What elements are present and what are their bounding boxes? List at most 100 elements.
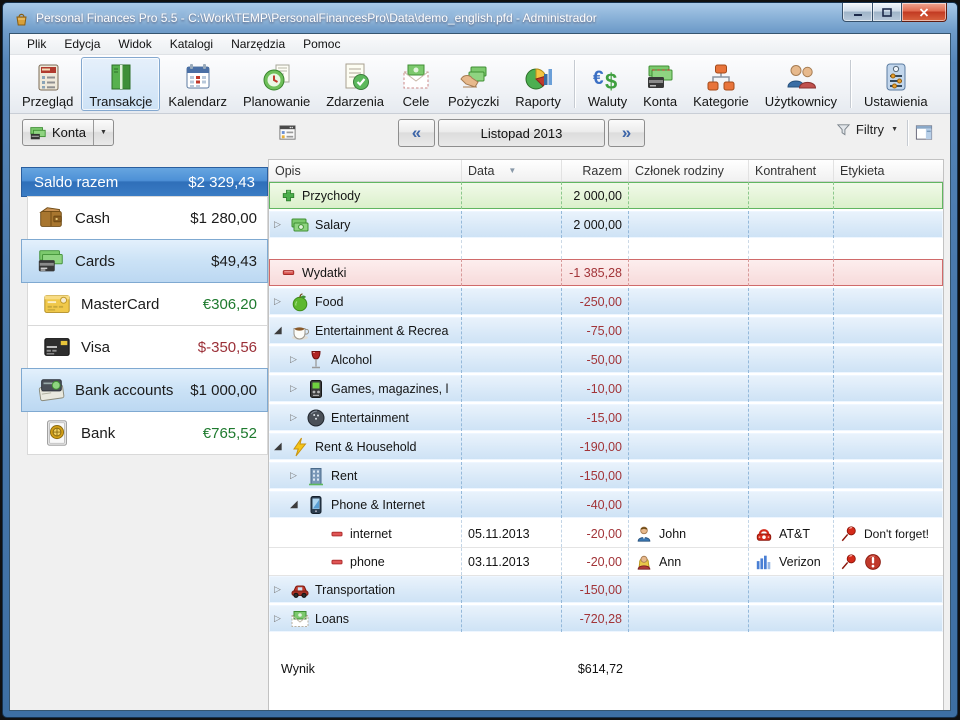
minus-small xyxy=(331,528,343,540)
total-balance-header[interactable]: Saldo razem $2 329,43 xyxy=(21,167,268,197)
expand-expander-icon[interactable]: ▷ xyxy=(274,584,290,595)
next-period-button[interactable]: » xyxy=(608,119,645,147)
period-button[interactable]: Listopad 2013 xyxy=(438,119,605,147)
toolbar-button-przegląd[interactable]: Przegląd xyxy=(14,57,81,111)
menu-item-katalogi[interactable]: Katalogi xyxy=(161,35,222,53)
table-row-wydatki[interactable]: Wydatki -1 385,28 xyxy=(269,259,943,288)
menu-item-edycja[interactable]: Edycja xyxy=(55,35,109,53)
table-row-entertainment-recrea[interactable]: ◢Entertainment & Recrea-75,00 xyxy=(269,317,943,346)
column-header-opis[interactable]: Opis xyxy=(269,160,462,181)
view-mode-button[interactable] xyxy=(278,123,300,143)
expand-expander-icon[interactable]: ▷ xyxy=(274,219,290,230)
row-label: Wydatki xyxy=(302,266,346,280)
menu-item-plik[interactable]: Plik xyxy=(18,35,55,53)
sidebar-account-mastercard[interactable]: MasterCard€306,20 xyxy=(27,282,268,326)
expand-expander-icon[interactable]: ▷ xyxy=(274,613,290,624)
currencies-icon: €$ xyxy=(591,61,623,93)
row-label: Przychody xyxy=(302,189,360,203)
menu-item-narzędzia[interactable]: Narzędzia xyxy=(222,35,294,53)
column-header-data[interactable]: Data▼ xyxy=(462,160,562,181)
toolbar-button-ustawienia[interactable]: Ustawienia xyxy=(856,57,936,111)
collapse-expander-icon[interactable]: ◢ xyxy=(290,499,306,510)
label-cell xyxy=(834,576,943,603)
column-header-etykieta[interactable]: Etykieta xyxy=(834,160,943,181)
table-row-games-magazines-l[interactable]: ▷Games, magazines, l-10,00 xyxy=(269,375,943,404)
amount-value: -40,00 xyxy=(587,498,622,512)
account-label: MasterCard xyxy=(81,296,159,313)
minimize-button[interactable] xyxy=(842,3,873,22)
toolbar-button-zdarzenia[interactable]: Zdarzenia xyxy=(318,57,392,111)
expand-expander-icon[interactable]: ▷ xyxy=(290,412,306,423)
expand-expander-icon[interactable]: ▷ xyxy=(290,470,306,481)
table-row-entertainment[interactable]: ▷Entertainment-15,00 xyxy=(269,404,943,433)
date-cell xyxy=(462,375,562,402)
collapse-expander-icon[interactable]: ◢ xyxy=(274,325,290,336)
date-cell xyxy=(462,259,562,286)
table-row-rent-household[interactable]: ◢Rent & Household-190,00 xyxy=(269,433,943,462)
table-row-transportation[interactable]: ▷Transportation-150,00 xyxy=(269,576,943,605)
table-row-internet[interactable]: internet05.11.2013-20,00JohnAT&TDon't fo… xyxy=(269,520,943,548)
att-icon xyxy=(755,525,773,543)
expand-expander-icon[interactable]: ▷ xyxy=(290,354,306,365)
toolbar-button-kategorie[interactable]: Kategorie xyxy=(685,57,757,111)
expand-expander-icon[interactable]: ▷ xyxy=(290,383,306,394)
toolbar-button-użytkownicy[interactable]: Użytkownicy xyxy=(757,57,845,111)
column-header-kontrahent[interactable]: Kontrahent xyxy=(749,160,834,181)
filter-funnel-icon xyxy=(836,122,851,137)
toolbar-button-label: Raporty xyxy=(515,94,561,109)
label-cell xyxy=(834,462,943,489)
amount-value: -1 385,28 xyxy=(569,266,622,280)
chevron-down-icon[interactable]: ▼ xyxy=(93,120,107,145)
column-header-razem[interactable]: Razem xyxy=(562,160,629,181)
sidebar-account-cash[interactable]: Cash$1 280,00 xyxy=(27,196,268,240)
table-row-phone[interactable]: phone03.11.2013-20,00AnnVerizon xyxy=(269,548,943,576)
table-row-przychody[interactable]: Przychody 2 000,00 xyxy=(269,182,943,211)
sidebar-account-visa[interactable]: Visa$-350,56 xyxy=(27,325,268,369)
total-cell: 2 000,00 xyxy=(562,182,629,209)
table-row-loans[interactable]: ▷Loans-720,28 xyxy=(269,605,943,634)
visa-icon xyxy=(42,332,72,362)
period-label: Listopad 2013 xyxy=(481,126,563,141)
toolbar-button-planowanie[interactable]: Planowanie xyxy=(235,57,318,111)
description-cell: ◢Entertainment & Recrea xyxy=(269,317,462,344)
amount-value: -250,00 xyxy=(580,295,622,309)
menu-item-widok[interactable]: Widok xyxy=(109,35,160,53)
total-cell: -720,28 xyxy=(562,605,629,632)
sidebar-account-cards[interactable]: Cards$49,43 xyxy=(21,239,268,283)
total-balance-value: $2 329,43 xyxy=(188,174,255,191)
toolbar-button-raporty[interactable]: Raporty xyxy=(507,57,569,111)
table-row-salary[interactable]: ▷Salary2 000,00 xyxy=(269,211,943,240)
member-name: Ann xyxy=(659,555,681,569)
table-row-rent[interactable]: ▷Rent-150,00 xyxy=(269,462,943,491)
toolbar-button-pożyczki[interactable]: Pożyczki xyxy=(440,57,507,111)
account-label: Bank xyxy=(81,425,115,442)
chevron-down-icon: ▼ xyxy=(891,126,898,133)
toolbar-button-transakcje[interactable]: Transakcje xyxy=(81,57,160,111)
toolbar-button-konta[interactable]: Konta xyxy=(635,57,685,111)
table-row-food[interactable]: ▷Food -250,00 xyxy=(269,288,943,317)
title-bar[interactable]: Personal Finances Pro 5.5 - C:\Work\TEMP… xyxy=(3,3,957,33)
previous-period-button[interactable]: « xyxy=(398,119,435,147)
column-header-członek-rodziny[interactable]: Członek rodziny xyxy=(629,160,749,181)
label-cell xyxy=(834,433,943,460)
toolbar-button-cele[interactable]: Cele xyxy=(392,57,440,111)
toolbar-button-kalendarz[interactable]: Kalendarz xyxy=(160,57,235,111)
filters-button[interactable]: Filtry ▼ xyxy=(836,122,898,137)
family-member-cell xyxy=(629,259,749,286)
table-row-phone-internet[interactable]: ◢Phone & Internet-40,00 xyxy=(269,491,943,520)
accounts-dropdown-button[interactable]: Konta ▼ xyxy=(22,119,114,146)
expand-expander-icon[interactable]: ▷ xyxy=(274,296,290,307)
sidebar-account-bank[interactable]: Bank€765,52 xyxy=(27,411,268,455)
close-button[interactable] xyxy=(902,3,947,22)
menu-item-pomoc[interactable]: Pomoc xyxy=(294,35,349,53)
description-cell: ▷Food xyxy=(269,288,462,315)
toggle-panel-button[interactable] xyxy=(914,123,936,143)
collapse-expander-icon[interactable]: ◢ xyxy=(274,441,290,452)
sidebar-account-bank-accounts[interactable]: Bank accounts$1 000,00 xyxy=(21,368,268,412)
toolbar-button-label: Przegląd xyxy=(22,94,73,109)
column-header-label: Etykieta xyxy=(840,164,884,178)
maximize-button[interactable] xyxy=(873,3,902,22)
table-row-alcohol[interactable]: ▷Alcohol-50,00 xyxy=(269,346,943,375)
counterparty-cell xyxy=(749,404,834,431)
toolbar-button-waluty[interactable]: €$Waluty xyxy=(580,57,635,111)
